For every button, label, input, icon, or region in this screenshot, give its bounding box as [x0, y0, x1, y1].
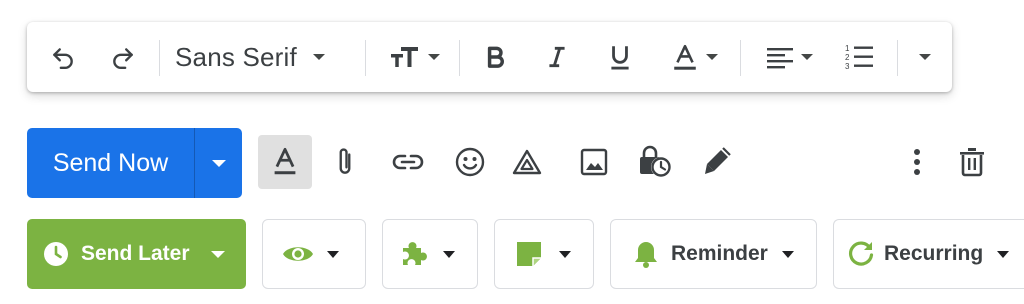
svg-text:2: 2 [845, 53, 850, 62]
more-options-icon [914, 149, 920, 175]
insert-photo-button[interactable] [567, 135, 621, 189]
photo-icon [580, 148, 608, 176]
text-color-icon [674, 44, 696, 70]
text-color-button[interactable] [663, 22, 727, 92]
toolbar-divider [365, 40, 366, 76]
emoji-icon [455, 147, 485, 177]
undo-button[interactable] [45, 22, 81, 92]
chevron-down-icon [443, 250, 455, 258]
puzzle-piece-icon [403, 242, 427, 265]
italic-button[interactable] [539, 22, 575, 92]
attach-button[interactable] [318, 135, 372, 189]
discard-draft-button[interactable] [945, 135, 999, 189]
chevron-down-icon [312, 54, 325, 60]
redo-button[interactable] [105, 22, 141, 92]
bold-button[interactable] [477, 22, 513, 92]
font-family-select[interactable]: Sans Serif [175, 22, 355, 92]
chevron-down-icon [211, 159, 226, 167]
attach-icon [339, 148, 351, 174]
bold-icon [487, 46, 504, 68]
toolbar-divider [897, 40, 898, 76]
send-now-label: Send Now [52, 148, 169, 177]
insert-signature-button[interactable] [690, 135, 744, 189]
undo-icon [53, 48, 73, 70]
chevron-down-icon [428, 54, 440, 60]
confidential-mode-icon [640, 145, 671, 177]
tracking-button[interactable] [262, 219, 366, 289]
chevron-down-icon [919, 54, 931, 60]
chevron-down-icon [781, 250, 794, 258]
chevron-down-icon [706, 54, 718, 60]
confidential-mode-button[interactable] [628, 135, 682, 189]
numbered-list-button[interactable]: 1 2 3 [841, 22, 877, 92]
font-family-label: Sans Serif [175, 41, 297, 72]
drive-icon [512, 149, 542, 175]
svg-text:3: 3 [845, 62, 850, 71]
chevron-down-icon [559, 250, 571, 258]
toolbar-divider [159, 40, 160, 76]
italic-icon [549, 46, 565, 68]
link-icon [392, 154, 424, 170]
clock-icon [44, 242, 68, 266]
toolbar-divider [459, 40, 460, 76]
recurring-button[interactable]: Recurring [833, 219, 1024, 289]
reminder-button[interactable]: Reminder [610, 219, 817, 289]
redo-icon [113, 48, 133, 70]
insert-drive-button[interactable] [500, 135, 554, 189]
send-later-label: Send Later [81, 242, 190, 265]
sticky-note-icon [517, 242, 541, 266]
extensions-button[interactable] [382, 219, 478, 289]
send-later-button[interactable]: Send Later [27, 219, 246, 289]
numbered-list-icon: 1 2 3 [845, 44, 873, 71]
formatting-options-icon [274, 147, 296, 175]
send-options-button[interactable] [195, 128, 242, 198]
eye-icon [283, 247, 313, 261]
more-formatting-button[interactable] [907, 22, 943, 92]
refresh-icon [849, 241, 874, 266]
recurring-label: Recurring [884, 242, 984, 265]
svg-text:1: 1 [845, 44, 850, 53]
reminder-label: Reminder [671, 242, 768, 265]
underline-button[interactable] [602, 22, 638, 92]
align-left-icon [767, 48, 793, 69]
font-size-button[interactable] [379, 22, 449, 92]
more-options-button[interactable] [890, 135, 944, 189]
bell-icon [635, 242, 657, 268]
notes-button[interactable] [494, 219, 594, 289]
formatting-options-button[interactable] [258, 135, 312, 189]
send-now-button-group: Send Now [27, 128, 242, 198]
toolbar-divider [740, 40, 741, 76]
chevron-down-icon [210, 250, 225, 258]
formatting-toolbar: Sans Serif 1 2 3 [27, 22, 952, 92]
insert-emoji-button[interactable] [443, 135, 497, 189]
underline-icon [611, 46, 629, 70]
chevron-down-icon [327, 250, 339, 258]
trash-icon [960, 148, 984, 177]
chevron-down-icon [997, 250, 1010, 258]
send-now-button[interactable]: Send Now [27, 128, 194, 198]
text-size-icon [391, 47, 418, 67]
insert-link-button[interactable] [381, 135, 435, 189]
align-button[interactable] [757, 22, 821, 92]
chevron-down-icon [801, 54, 813, 60]
signature-icon [705, 147, 731, 174]
